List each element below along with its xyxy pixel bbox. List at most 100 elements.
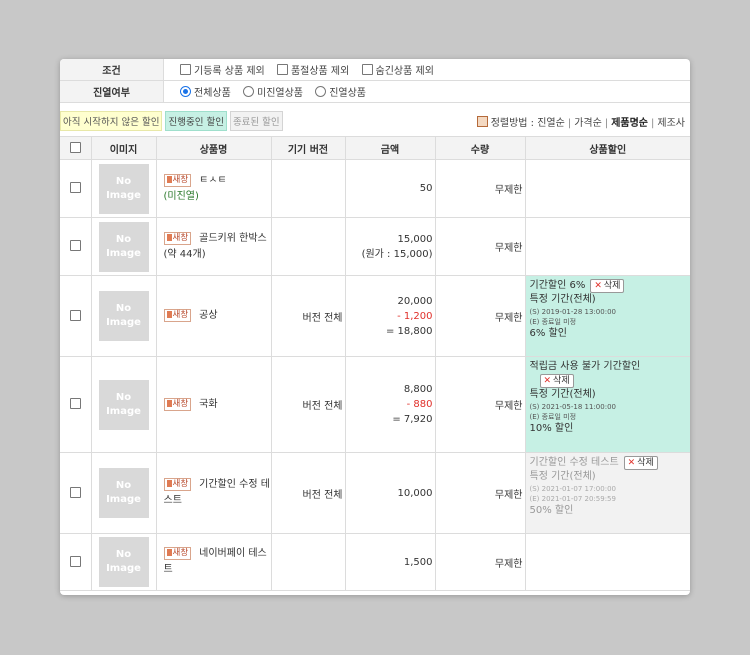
new-window-label: 새창: [172, 232, 189, 243]
no-image-text: No: [115, 391, 132, 403]
delete-label: 삭제: [553, 376, 570, 386]
delete-discount-button[interactable]: ✕ 삭제: [539, 374, 574, 388]
tab-in-progress[interactable]: 진행중인 할인: [165, 111, 227, 131]
discount-cell: [525, 217, 690, 276]
discount-cell: 기간할인 수정 테스트 ✕ 삭제 특정 기간(전체) (S) 2021-01-07 …: [525, 452, 690, 534]
product-name[interactable]: 국화: [199, 399, 217, 410]
table-row: No Image 새창 네이버페이 테스트 1,500 무제한: [60, 533, 690, 591]
column-header: 상품할인: [525, 137, 690, 160]
option-label: 숨긴상품 제외: [375, 66, 434, 77]
checkbox-box[interactable]: [361, 64, 373, 75]
no-image-text: No: [115, 480, 132, 491]
no-image-text: Image: [106, 563, 141, 574]
status-bar: 아직 시작하지 않은 할인 진행중인 할인 종료된 할인 정렬방법 : 진열순 | 가격…: [60, 103, 690, 137]
option-label: 품절상품 제외: [290, 66, 350, 77]
device-version: 버전 전체: [271, 275, 346, 357]
discount-start: (S) 2021-01-07 17:00:00: [529, 485, 616, 493]
tab-ended[interactable]: 종료된 할인: [229, 111, 283, 131]
option-label: 진열상품: [329, 88, 366, 99]
no-image-text: Image: [106, 189, 141, 201]
discount-end: (E) 종료일 미정: [529, 318, 577, 326]
display-shown-radio[interactable]: 진열상품: [315, 86, 366, 99]
amount: 50: [419, 183, 433, 194]
column-header: 기기 버전: [271, 137, 346, 160]
table-row: No Image 새창 ㅌㅅㅌ (미진열) 50 무제한: [60, 159, 690, 218]
product-name[interactable]: 공상: [199, 310, 217, 321]
row-checkbox[interactable]: [69, 240, 81, 251]
row-checkbox[interactable]: [69, 309, 81, 321]
column-header: 상품명: [156, 137, 272, 160]
sort-label: 정렬방법 :: [490, 118, 535, 129]
no-image-text: No: [115, 233, 132, 245]
delete-discount-button[interactable]: ✕ 삭제: [590, 279, 625, 293]
checkbox-box[interactable]: [180, 64, 191, 75]
sort-separator: |: [604, 118, 609, 129]
quantity: 무제한: [435, 356, 526, 453]
discount-title: 적립금 사용 불가 기간할인: [529, 361, 641, 372]
delete-label: 삭제: [637, 458, 654, 468]
discount-period: 특정 기간(전체): [529, 389, 596, 400]
device-version: 버전 전체: [271, 356, 346, 453]
select-all-checkbox[interactable]: [69, 141, 81, 153]
product-image-placeholder: No Image: [98, 379, 149, 430]
radio[interactable]: [315, 86, 327, 97]
discount-rate: 6% 할인: [529, 328, 567, 339]
radio[interactable]: [243, 86, 254, 97]
new-window-button[interactable]: 새창: [163, 309, 192, 322]
delete-discount-button[interactable]: ✕ 삭제: [623, 456, 658, 470]
product-image-placeholder: No Image: [98, 468, 149, 518]
new-window-icon: [166, 480, 172, 487]
filter-display-label: 진열여부: [60, 80, 164, 103]
new-window-label: 새창: [172, 398, 189, 409]
new-window-button[interactable]: 새창: [163, 173, 192, 187]
exclude-hidden-checkbox[interactable]: 숨긴상품 제외: [361, 64, 434, 77]
product-image-placeholder: No Image: [98, 537, 149, 587]
exclude-registered-checkbox[interactable]: 기등록 상품 제외: [180, 64, 265, 77]
new-window-button[interactable]: 새창: [163, 231, 192, 245]
display-all-radio[interactable]: 전체상품: [180, 86, 231, 99]
sort-manufacturer[interactable]: 제조사: [657, 118, 685, 129]
product-name[interactable]: ㅌㅅㅌ: [199, 175, 227, 186]
row-checkbox[interactable]: [69, 486, 81, 498]
device-version: 버전 전체: [271, 452, 346, 534]
discount-status-tabs: 아직 시작하지 않은 할인 진행중인 할인 종료된 할인: [60, 111, 286, 131]
discount-start: (S) 2021-05-18 11:00:00: [529, 403, 616, 411]
exclude-soldout-checkbox[interactable]: 품절상품 제외: [276, 64, 350, 77]
sort-display-order[interactable]: 진열순: [537, 118, 565, 129]
quantity: 무제한: [435, 275, 526, 357]
new-window-label: 새창: [172, 174, 189, 185]
discount-start: (S) 2019-01-28 13:00:00: [529, 308, 616, 316]
option-label: 전체상품: [194, 88, 231, 99]
new-window-button[interactable]: 새창: [163, 397, 192, 411]
discount-cell: [525, 159, 690, 218]
sort-options: 정렬방법 : 진열순 | 가격순 | 제품명순 | 제조사: [476, 114, 685, 129]
sort-product-name[interactable]: 제품명순: [611, 118, 648, 129]
table-row: No Image 새창 기간할인 수정 테스트 버전 전체 10,000 무제한 기…: [60, 452, 690, 534]
checkbox-box[interactable]: [276, 64, 288, 75]
discount-title: 기간할인 수정 테스트: [529, 457, 619, 468]
amount: 1,500: [403, 556, 433, 568]
table-header-row: 이미지 상품명 기기 버전 금액 수량 상품할인: [60, 137, 690, 160]
new-window-button[interactable]: 새창: [163, 547, 192, 560]
row-checkbox[interactable]: [69, 555, 81, 567]
no-image-text: No: [115, 549, 132, 560]
row-checkbox[interactable]: [69, 182, 81, 193]
discount-cell: [525, 533, 690, 591]
new-window-button[interactable]: 새창: [163, 478, 192, 491]
tab-not-started[interactable]: 아직 시작하지 않은 할인: [60, 111, 163, 131]
radio-selected[interactable]: [180, 86, 191, 97]
no-image-text: Image: [106, 247, 141, 259]
no-image-text: Image: [106, 405, 141, 417]
new-window-label: 새창: [172, 479, 189, 489]
amount: 20,000: [397, 295, 433, 307]
discount-title: 기간할인 6%: [529, 280, 586, 291]
final-amount: = 7,920: [392, 414, 433, 425]
new-window-icon: [166, 399, 172, 407]
sort-price[interactable]: 가격순: [574, 118, 602, 129]
quantity: 무제한: [435, 533, 526, 591]
product-image-placeholder: No Image: [98, 221, 149, 272]
display-hidden-radio[interactable]: 미진열상품: [243, 86, 303, 99]
amount: 8,800: [403, 384, 433, 395]
row-checkbox[interactable]: [69, 398, 81, 409]
amount: 15,000: [397, 233, 433, 245]
